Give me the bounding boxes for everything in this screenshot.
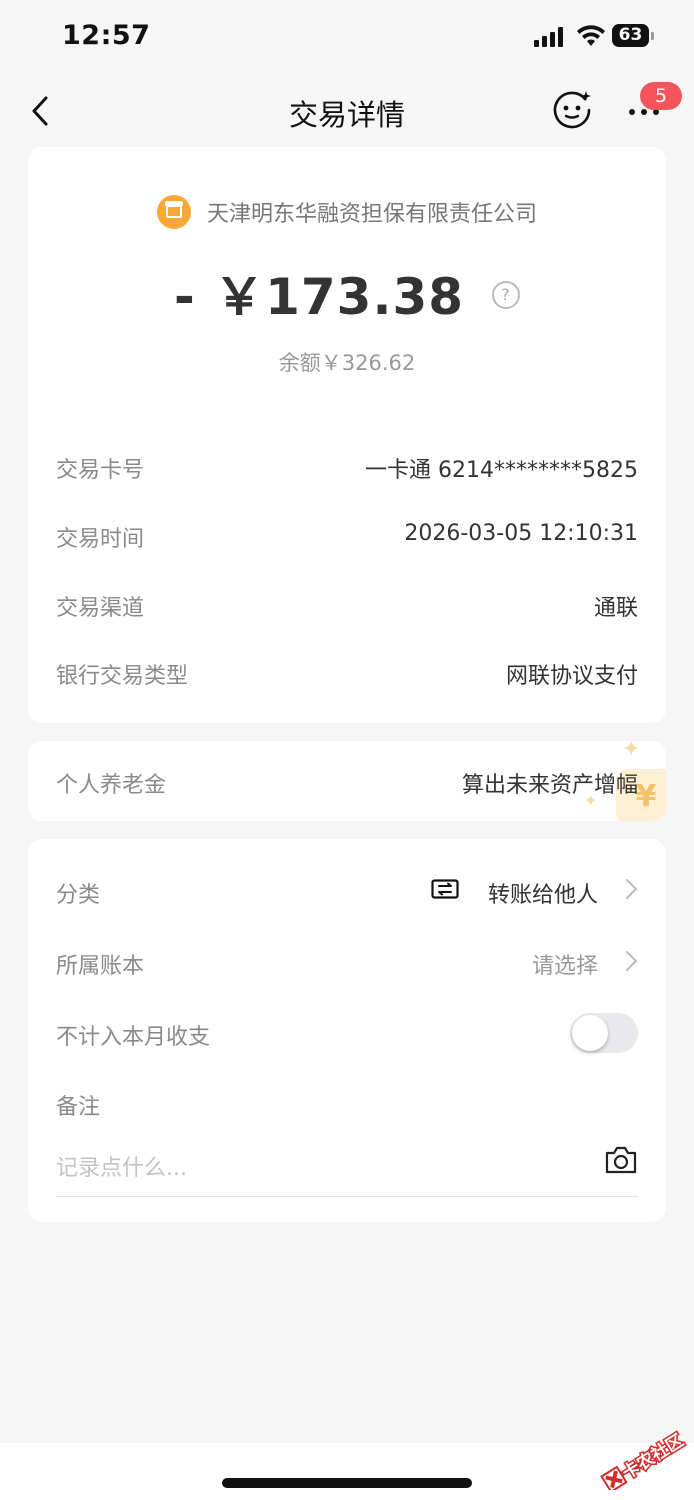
home-bar	[0, 1443, 694, 1500]
pension-label: 个人养老金	[56, 773, 167, 798]
chevron-right-icon[interactable]	[624, 878, 638, 900]
account-book-value[interactable]: 请选择	[532, 948, 598, 980]
sparkle-icon: ✦	[622, 741, 641, 762]
watermark-text: 卡农社区	[619, 1430, 688, 1484]
signal-icon	[534, 27, 563, 47]
status-bar: 12:57 63	[0, 0, 694, 76]
note-input[interactable]: 记录点什么...	[56, 1150, 187, 1182]
detail-label: 交易渠道	[56, 596, 145, 621]
merchant: 天津明东华融资担保有限责任公司	[28, 195, 666, 229]
chevron-right-icon[interactable]	[624, 950, 638, 972]
transfer-icon	[431, 879, 459, 899]
detail-row-channel: 交易渠道 通联	[56, 590, 638, 630]
detail-row-bank-type: 银行交易类型 网联协议支付	[56, 658, 638, 698]
notification-badge: 5	[640, 82, 682, 110]
status-time: 12:57	[62, 20, 151, 51]
store-icon	[156, 195, 191, 229]
account-book-label: 所属账本	[56, 954, 145, 979]
detail-label: 交易卡号	[56, 458, 145, 483]
camera-icon[interactable]	[604, 1145, 638, 1175]
note-label: 备注	[56, 1095, 101, 1120]
battery-icon: 63	[612, 24, 654, 47]
merchant-name: 天津明东华融资担保有限责任公司	[206, 202, 537, 227]
transaction-summary-card: 天津明东华融资担保有限责任公司 - ￥173.38? 余额￥326.62 交易卡…	[28, 147, 666, 723]
battery-level: 63	[618, 25, 643, 45]
pension-card[interactable]: ✦ ✦ ¥ 个人养老金 算出未来资产增幅	[28, 741, 666, 821]
settings-card: 分类 转账给他人 所属账本 请选择 不计入本月收支 备注 记录点什么...	[28, 839, 666, 1222]
detail-value: 通联	[593, 596, 638, 621]
toggle-knob	[572, 1015, 608, 1051]
note-divider	[56, 1196, 638, 1197]
category-value[interactable]: 转账给他人	[488, 877, 598, 909]
detail-row-time: 交易时间 2026-03-05 12:10:31	[56, 521, 638, 561]
detail-value: 2026-03-05 12:10:31	[404, 521, 638, 546]
exclude-month-toggle[interactable]	[570, 1013, 638, 1053]
wifi-icon	[577, 25, 605, 46]
assistant-face-icon[interactable]	[552, 90, 592, 130]
balance: 余额￥326.62	[278, 351, 416, 375]
pension-link[interactable]: 算出未来资产增幅	[462, 767, 638, 799]
detail-label: 银行交易类型	[56, 664, 189, 689]
detail-label: 交易时间	[56, 527, 145, 552]
detail-row-card-number: 交易卡号 一卡通 6214********5825	[56, 452, 638, 492]
detail-value: 一卡通 6214********5825	[365, 458, 638, 483]
amount-value: - ￥173.38	[173, 268, 465, 326]
help-icon[interactable]: ?	[492, 280, 521, 309]
home-indicator[interactable]	[222, 1478, 472, 1488]
amount: - ￥173.38?	[28, 257, 666, 329]
category-label: 分类	[56, 883, 101, 908]
detail-value: 网联协议支付	[505, 664, 638, 689]
watermark-logo: 卡农社区	[600, 1428, 689, 1490]
nav-bar: 交易详情 5	[0, 76, 694, 146]
exclude-month-label: 不计入本月收支	[56, 1025, 211, 1050]
